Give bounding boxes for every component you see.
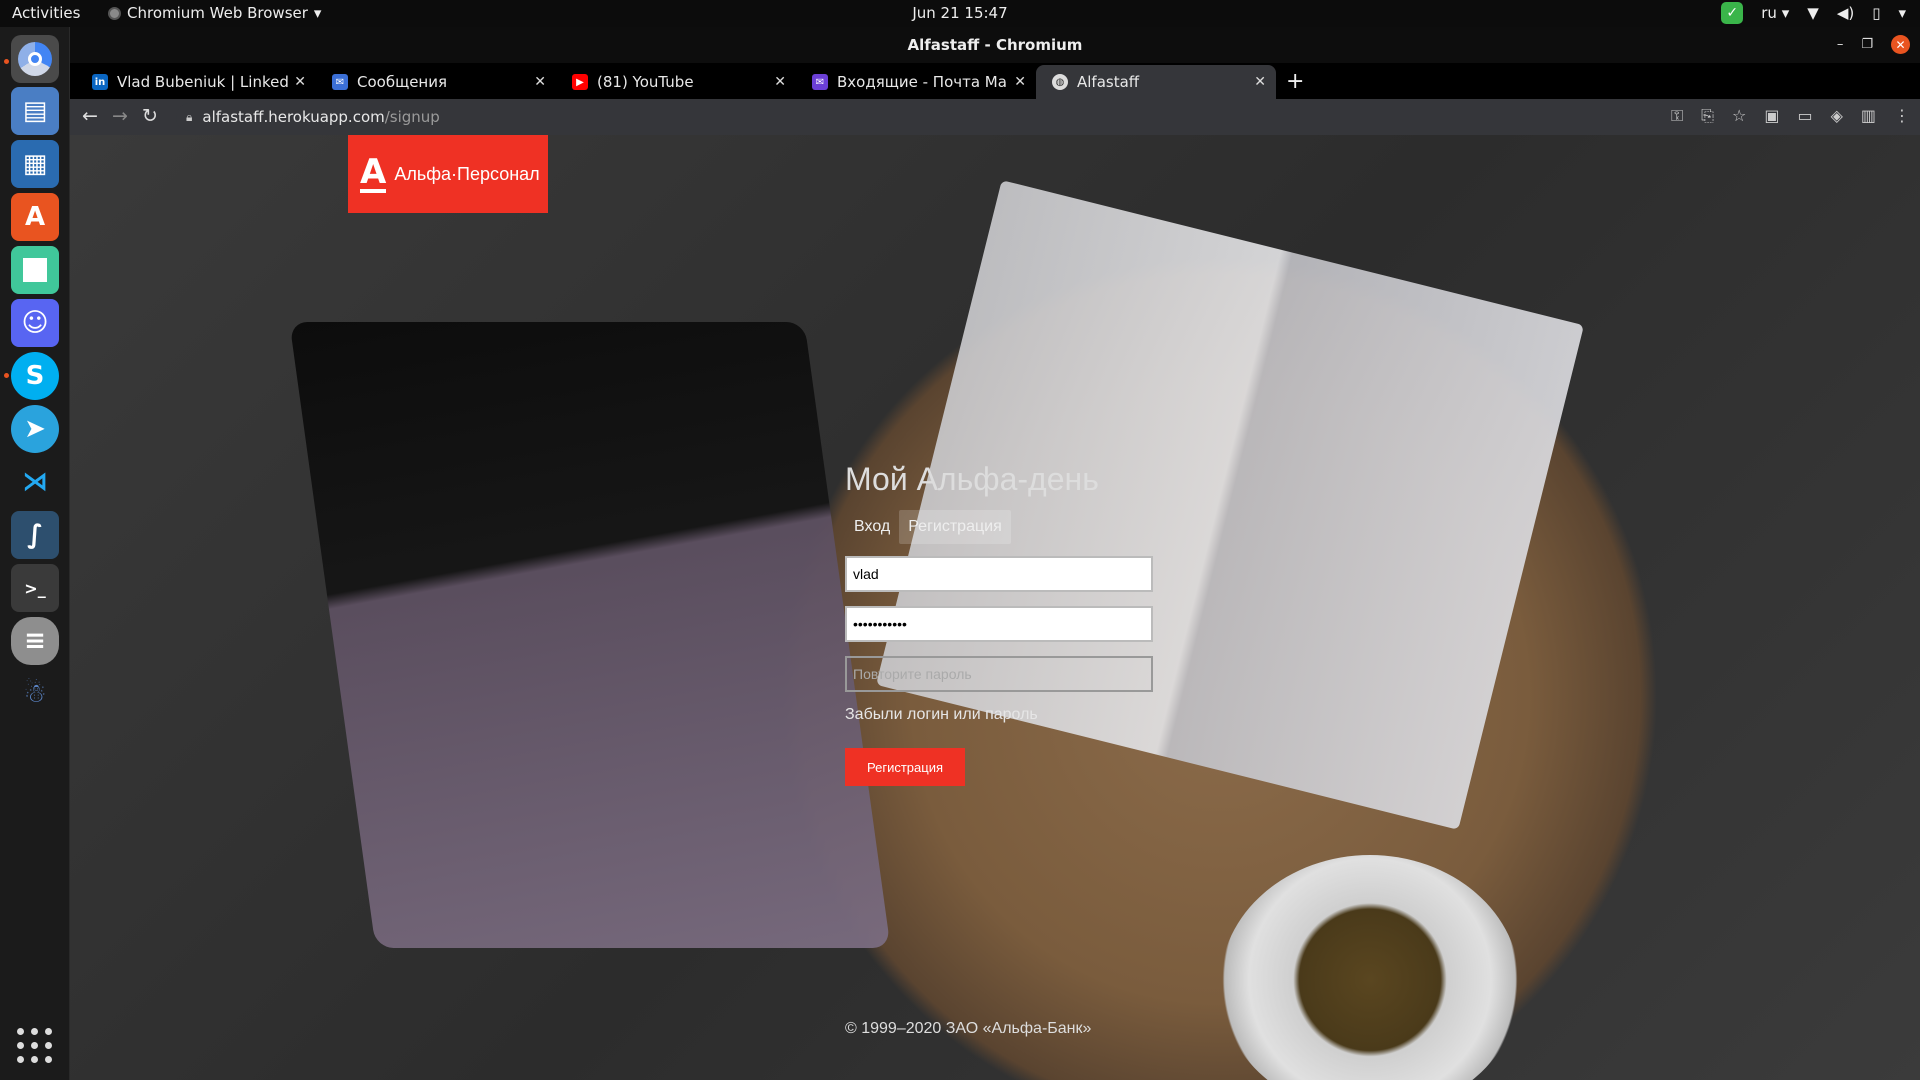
tab-close-icon[interactable]: ✕ [534, 74, 546, 90]
translate-icon[interactable]: ⎘ [1701, 106, 1714, 126]
tab-youtube[interactable]: ▶ (81) YouTube ✕ [556, 65, 796, 99]
back-icon[interactable]: ← [82, 105, 98, 127]
tab-label: Входящие - Почта Mail.ru [837, 73, 1008, 91]
tab-messages[interactable]: ✉ Сообщения ✕ [316, 65, 556, 99]
youtube-icon: ▶ [572, 74, 588, 90]
url-host: alfastaff.herokuapp.com [202, 108, 385, 126]
browser-window: Alfastaff - Chromium – ❐ ✕ in Vlad Buben… [70, 27, 1920, 1080]
tab-mail[interactable]: ✉ Входящие - Почта Mail.ru ✕ [796, 65, 1036, 99]
url-path: /signup [384, 108, 440, 126]
database-icon[interactable]: ≡ [11, 617, 59, 665]
reload-icon[interactable]: ↻ [142, 105, 158, 127]
alfa-logo-icon: A [360, 152, 387, 193]
language-label: ru [1761, 4, 1777, 22]
running-indicator [4, 59, 9, 64]
close-icon[interactable]: ✕ [1891, 35, 1910, 54]
discord-icon[interactable]: ☺ [11, 299, 59, 347]
tab-label: Vlad Bubeniuk | LinkedIn [117, 73, 289, 91]
tab-label: (81) YouTube [597, 73, 694, 91]
check-icon[interactable]: ✓ [1721, 2, 1744, 24]
linkedin-icon: in [92, 74, 108, 90]
forward-icon[interactable]: → [112, 105, 128, 127]
window-title: Alfastaff - Chromium [907, 36, 1083, 54]
globe-icon: ◍ [1052, 74, 1068, 90]
app-menu[interactable]: Chromium Web Browser ▾ [108, 4, 321, 22]
repeat-password-input[interactable] [845, 656, 1153, 692]
page-title: Мой Альфа-день [845, 461, 1099, 497]
chromium-icon[interactable] [11, 35, 59, 83]
tab-strip: in Vlad Bubeniuk | LinkedIn ✕ ✉ Сообщени… [70, 63, 1920, 99]
system-tray[interactable]: ✓ ru ▾ ▼ ◀) ▯ ▾ [1721, 2, 1906, 24]
new-tab-button[interactable]: + [1286, 69, 1304, 94]
show-applications-button[interactable] [17, 1028, 53, 1064]
copyright-footer: © 1999–2020 ЗАО «Альфа-Банк» [845, 1020, 1092, 1037]
postgres-icon[interactable]: ☃ [11, 670, 59, 718]
running-indicator [4, 373, 9, 378]
lock-icon[interactable]: 🔒︎ [186, 110, 192, 125]
tab-close-icon[interactable]: ✕ [294, 74, 306, 90]
browser-toolbar: ← → ↻ 🔒︎ alfastaff.herokuapp.com/signup … [70, 99, 1920, 135]
tab-close-icon[interactable]: ✕ [1014, 74, 1026, 90]
tab-login[interactable]: Вход [845, 510, 899, 544]
forgot-credentials-link[interactable]: Забыли логин или пароль [845, 706, 1165, 724]
tab-close-icon[interactable]: ✕ [1254, 74, 1266, 90]
mysql-workbench-icon[interactable]: ∫ [11, 511, 59, 559]
software-center-icon[interactable]: A [11, 193, 59, 241]
background-cup [1220, 855, 1520, 1080]
title-bar[interactable]: Alfastaff - Chromium – ❐ ✕ [70, 27, 1920, 63]
battery-icon[interactable]: ▯ [1872, 4, 1880, 22]
activities-button[interactable]: Activities [12, 4, 80, 22]
dock: ▤ ▦ A ☺ S ➤ ⋊ ∫ >_ ≡ ☃ [0, 27, 70, 1080]
terminal-icon[interactable]: >_ [11, 564, 59, 612]
signup-form: Мой Альфа-день Вход Регистрация Забыли л… [845, 461, 1165, 786]
maximize-icon[interactable]: ❐ [1861, 37, 1873, 52]
auth-tabs: Вход Регистрация [845, 510, 1165, 544]
menu-icon[interactable]: ⋮ [1894, 106, 1910, 126]
vscode-icon[interactable]: ⋊ [11, 458, 59, 506]
notes-icon[interactable] [11, 246, 59, 294]
key-icon[interactable]: ⚿ [1671, 106, 1683, 126]
clock[interactable]: Jun 21 15:47 [912, 4, 1007, 22]
bookmark-star-icon[interactable]: ☆ [1732, 106, 1746, 126]
tab-signup[interactable]: Регистрация [899, 510, 1011, 544]
chromium-icon [108, 6, 121, 20]
brand-name: Альфа·Персонал [394, 163, 540, 184]
chevron-down-icon: ▾ [313, 4, 322, 22]
keyboard-icon[interactable]: ▥ [1861, 106, 1876, 126]
cast-icon[interactable]: ▭ [1797, 106, 1812, 126]
messages-icon: ✉ [332, 74, 348, 90]
brand-logo[interactable]: A Альфа·Персонал [348, 135, 548, 213]
system-menu-chevron-icon[interactable]: ▾ [1898, 4, 1906, 22]
system-top-bar: Activities Chromium Web Browser ▾ Jun 21… [0, 0, 1920, 27]
minimize-icon[interactable]: – [1837, 37, 1844, 52]
address-bar[interactable]: 🔒︎ alfastaff.herokuapp.com/signup [176, 103, 1716, 131]
tab-label: Alfastaff [1077, 73, 1140, 91]
tab-close-icon[interactable]: ✕ [774, 74, 786, 90]
password-input[interactable] [845, 606, 1153, 642]
extension-icon[interactable]: ▣ [1764, 106, 1779, 126]
skype-icon[interactable]: S [11, 352, 59, 400]
extension-badge-icon[interactable]: ◈ [1831, 106, 1843, 126]
telegram-icon[interactable]: ➤ [11, 405, 59, 453]
volume-icon[interactable]: ◀) [1837, 4, 1854, 22]
libreoffice-writer-icon[interactable]: ▦ [11, 140, 59, 188]
signup-button[interactable]: Регистрация [845, 748, 965, 786]
background-laptop [289, 321, 891, 949]
tab-label: Сообщения [357, 73, 448, 91]
mail-icon: ✉ [812, 74, 828, 90]
app-menu-label: Chromium Web Browser [127, 4, 308, 22]
files-icon[interactable]: ▤ [11, 87, 59, 135]
language-indicator[interactable]: ru ▾ [1761, 4, 1789, 22]
tab-alfastaff[interactable]: ◍ Alfastaff ✕ [1036, 65, 1276, 99]
wifi-icon[interactable]: ▼ [1807, 4, 1819, 22]
tab-linkedin[interactable]: in Vlad Bubeniuk | LinkedIn ✕ [76, 65, 316, 99]
page-viewport: A Альфа·Персонал Мой Альфа-день Вход Рег… [70, 135, 1920, 1080]
username-input[interactable] [845, 556, 1153, 592]
